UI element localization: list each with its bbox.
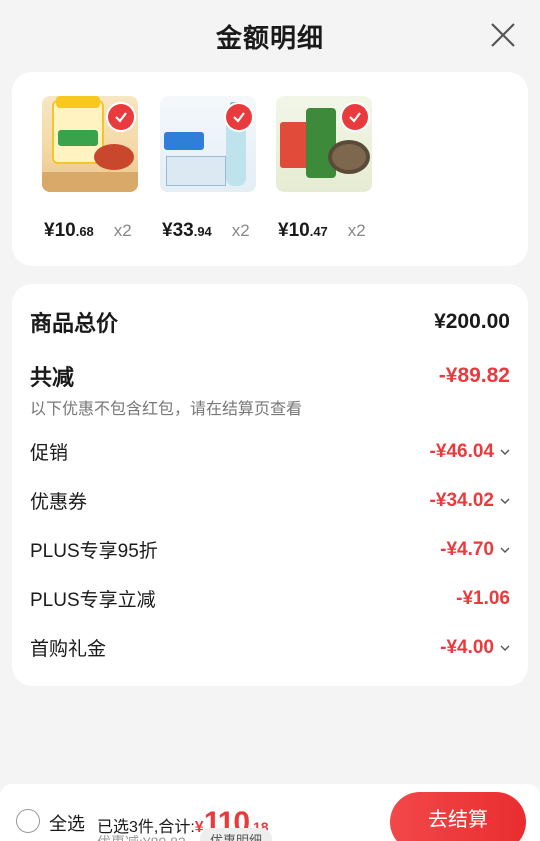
total-price-value: ¥200.00 (434, 310, 510, 333)
total-price-row: 商品总价 ¥200.00 (30, 306, 510, 338)
discount-row-promo[interactable]: 促销 -¥46.04 (30, 438, 510, 465)
price-integer: 10 (288, 220, 310, 241)
total-price-label: 商品总价 (30, 311, 119, 336)
total-reduce-label: 共减 (30, 365, 75, 390)
product-item[interactable]: ¥ 10 .47 x2 (276, 96, 386, 241)
product-item[interactable]: ¥ 10 .68 x2 (42, 96, 152, 241)
discount-row-coupon[interactable]: 优惠券 -¥34.02 (30, 487, 510, 514)
discount-label: 首购礼金 (30, 639, 107, 660)
checked-icon (226, 104, 252, 130)
price-decimal: .68 (75, 224, 94, 239)
discount-value: -¥46.04 (429, 440, 494, 462)
discount-value: -¥34.02 (429, 489, 494, 511)
discount-row-plus-reduce: PLUS专享立减 -¥1.06 (30, 585, 510, 612)
page-title: 金额明细 (215, 22, 324, 53)
discount-value: -¥1.06 (456, 587, 510, 609)
total-reduce-value: -¥89.82 (438, 364, 510, 387)
discount-label: PLUS专享95折 (30, 541, 158, 562)
product-image (160, 96, 256, 192)
chevron-down-icon (500, 547, 510, 553)
product-price-row: ¥ 10 .68 x2 (44, 220, 164, 242)
price-decimal: .94 (193, 224, 212, 239)
discount-value: -¥4.70 (440, 538, 494, 560)
select-all-radio[interactable] (16, 809, 40, 833)
product-quantity: x2 (113, 221, 132, 240)
chevron-down-icon (500, 645, 510, 651)
price-currency: ¥ (44, 220, 55, 241)
discount-label: 优惠券 (30, 492, 88, 513)
price-integer: 33 (172, 220, 194, 241)
checked-icon (108, 104, 134, 130)
products-card: ¥ 10 .68 x2 ¥ 33 .94 x2 ¥ 10 .47 x2 (12, 72, 528, 266)
product-image (276, 96, 372, 192)
checked-icon (342, 104, 368, 130)
saved-amount: 优惠减:¥89.82 (97, 832, 186, 841)
discount-note: 以下优惠不包含红包，请在结算页查看 (30, 401, 303, 418)
select-all-label[interactable]: 全选 (49, 810, 85, 836)
product-price-row: ¥ 10 .47 x2 (278, 220, 398, 242)
price-integer: 10 (54, 220, 76, 241)
close-icon[interactable] (488, 20, 518, 50)
total-reduce-row: 共减 -¥89.82 (30, 360, 510, 392)
header: 金额明细 (0, 0, 540, 72)
discount-row-first-buy[interactable]: 首购礼金 -¥4.00 (30, 634, 510, 661)
product-quantity: x2 (347, 221, 366, 240)
discount-value: -¥4.00 (440, 636, 494, 658)
discount-detail-button[interactable]: 优惠明细 (200, 828, 273, 841)
discount-label: 促销 (30, 443, 69, 464)
discount-row-plus95[interactable]: PLUS专享95折 -¥4.70 (30, 536, 510, 563)
chevron-down-icon (500, 498, 510, 504)
checkout-bar: 全选 已选3件,合计: ¥ 110 .18 优惠减:¥89.82 优惠明细 去结… (0, 784, 540, 841)
price-decimal: .47 (309, 224, 328, 239)
product-quantity: x2 (231, 221, 250, 240)
price-currency: ¥ (162, 220, 173, 241)
price-detail-card: 商品总价 ¥200.00 共减 -¥89.82 以下优惠不包含红包，请在结算页查… (12, 284, 528, 686)
price-currency: ¥ (278, 220, 289, 241)
product-image (42, 96, 138, 192)
product-item[interactable]: ¥ 33 .94 x2 (160, 96, 270, 241)
chevron-down-icon (500, 449, 510, 455)
product-price-row: ¥ 33 .94 x2 (162, 220, 282, 242)
discount-label: PLUS专享立减 (30, 590, 156, 611)
checkout-button[interactable]: 去结算 (390, 792, 526, 841)
